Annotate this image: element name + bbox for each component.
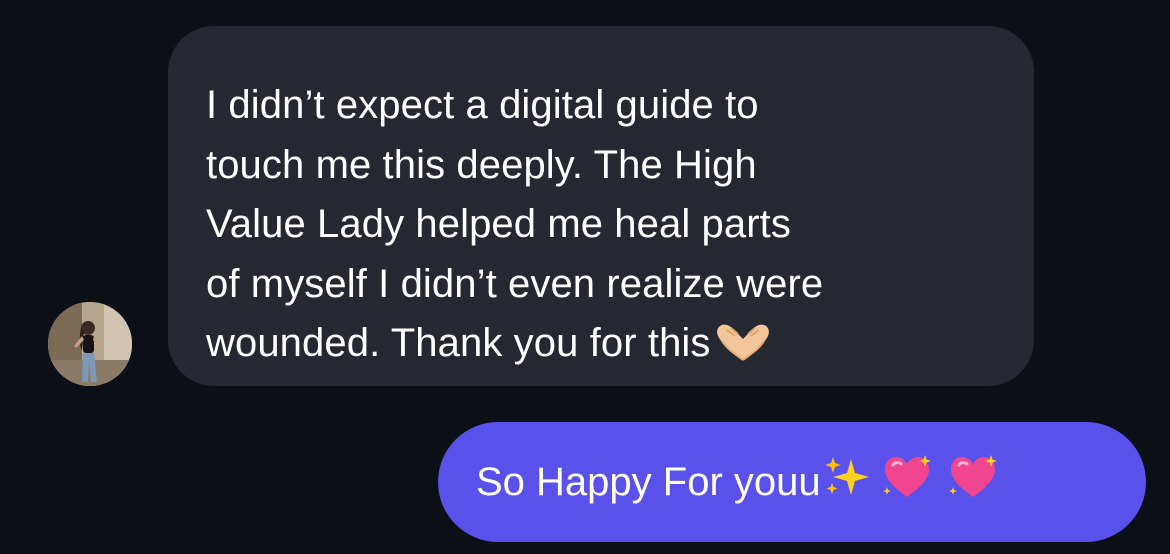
incoming-message-bubble[interactable]: I didn’t expect a digital guide to touch… — [168, 26, 1034, 386]
incoming-message-line: wounded. Thank you for this — [206, 321, 711, 365]
sparkles-icon — [823, 453, 871, 511]
incoming-message-last-line: wounded. Thank you for this — [206, 314, 1004, 380]
incoming-message-line: touch me this deeply. The High — [206, 142, 757, 187]
heart-hands-icon — [713, 320, 773, 380]
avatar-photo-icon — [48, 302, 132, 386]
outgoing-message-bubble[interactable]: So Happy For youu — [438, 422, 1146, 542]
incoming-message-line: I didn’t expect a digital guide to — [206, 83, 759, 127]
sparkling-heart-icon — [947, 453, 999, 511]
sparkling-heart-icon — [881, 453, 933, 511]
outgoing-message-text: So Happy For youu — [476, 459, 821, 504]
chat-thread: I didn’t expect a digital guide to touch… — [0, 0, 1170, 554]
incoming-message-line: Value Lady helped me heal parts — [206, 202, 791, 246]
contact-avatar[interactable] — [48, 302, 132, 386]
incoming-message-line: of myself I didn’t even realize were — [206, 261, 824, 306]
